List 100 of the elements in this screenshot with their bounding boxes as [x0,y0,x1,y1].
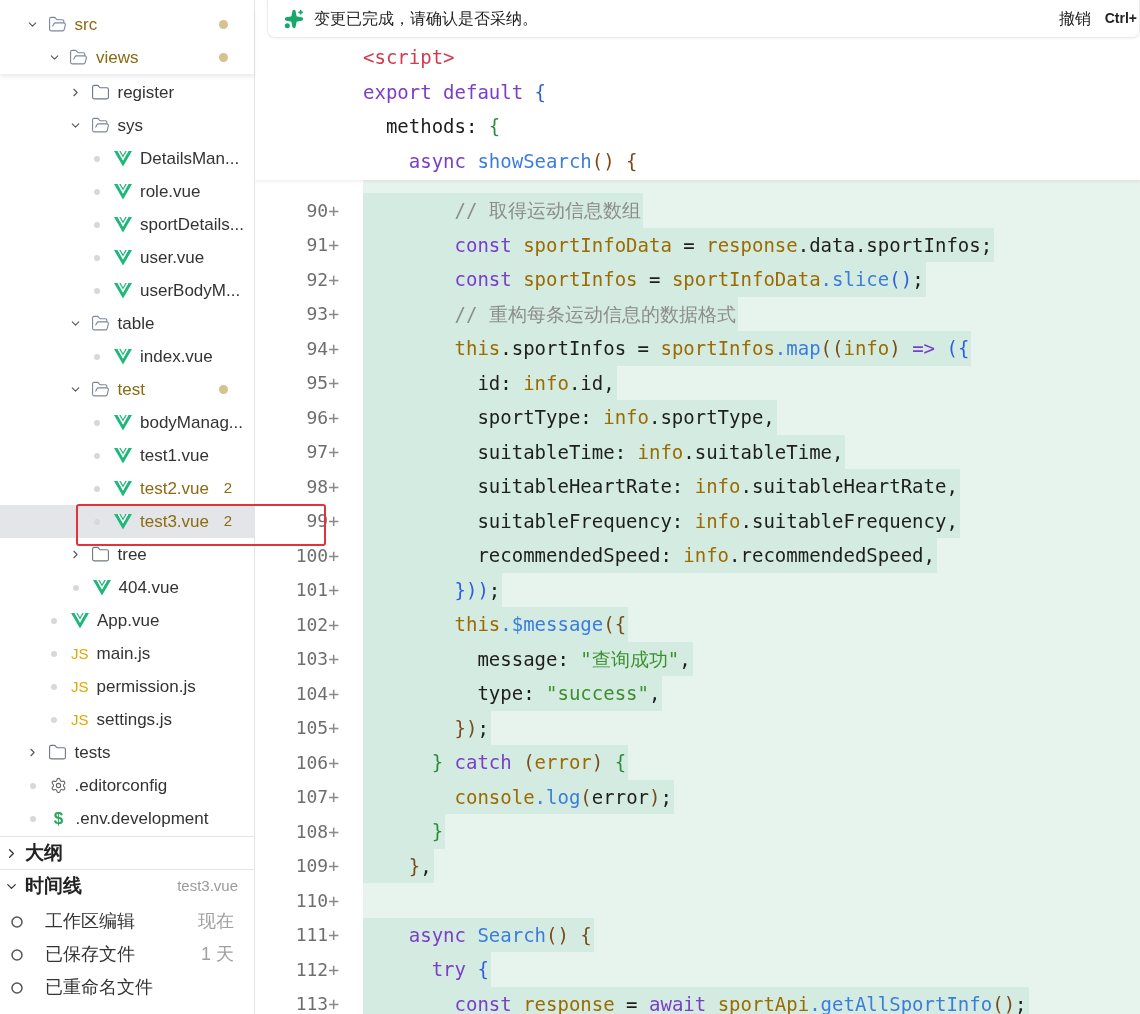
vue-icon [114,513,132,530]
vue-icon [92,579,111,596]
diff-marker: + [328,233,339,258]
diff-marker: + [328,267,339,292]
code-line: async showSearch() { [407,148,639,174]
file-name: register [117,81,175,104]
tree-item[interactable]: .editorconfig [0,769,254,802]
outline-header[interactable]: 大纲 [0,836,254,869]
folder-icon [90,545,110,564]
diff-marker: + [328,302,339,327]
diff-marker: + [328,681,339,706]
tree-item[interactable]: JS permission.js [0,670,254,703]
sparkle-icon [284,8,304,29]
tree-item[interactable]: user.vue [0,241,254,274]
line-number: 92 [306,267,329,292]
diff-marker: + [328,440,339,465]
diff-marker: + [328,405,339,430]
file-name: .editorconfig [74,774,168,797]
timeline-entry[interactable]: 工作区编辑 现在 [0,905,254,938]
tree-item[interactable]: views [0,41,254,74]
tree-item[interactable]: src [0,8,254,41]
line-number: 102 [295,612,329,637]
folder-icon [90,116,110,135]
tree-item[interactable]: role.vue [0,175,254,208]
tree-item[interactable]: 404.vue [0,571,254,604]
bullet-icon [94,452,100,459]
file-name: settings.js [96,708,173,731]
line-number: 105 [295,716,329,741]
dollar-icon: $ [49,810,68,827]
line-number: 113 [295,992,329,1014]
bullet-icon [94,287,100,294]
file-name: main.js [96,642,151,665]
tree-item[interactable]: test1.vue [0,439,254,472]
entry-time: 1 天 [201,943,234,966]
vue-icon [71,612,89,629]
tree-item[interactable]: test2.vue 2 [0,472,254,505]
tree-item[interactable]: tree [0,538,254,571]
section-title: 大纲 [25,840,63,865]
tree-item[interactable]: test [0,373,254,406]
bullet-icon [94,155,100,162]
vue-icon [114,249,132,266]
file-name: test2.vue [140,477,209,500]
file-name: views [96,46,139,69]
tree-item[interactable]: App.vue [0,604,254,637]
diff-marker: + [328,854,339,879]
diff-marker: + [328,336,339,361]
line-number: 103 [295,647,329,672]
commit-circle-icon [11,981,23,994]
diff-marker: + [328,750,339,775]
tree-item[interactable]: test3.vue 2 [0,505,254,538]
diff-marker: + [328,819,339,844]
bullet-icon [94,221,100,228]
tree-item[interactable]: bodyManag... [0,406,254,439]
code-line: <script> [362,45,456,70]
code-line: methods: { [384,114,502,139]
tree-item[interactable]: JS settings.js [0,703,254,736]
shortcut-text: Ctrl+ [1104,9,1137,28]
file-name: src [74,13,98,36]
diff-marker: + [328,785,339,810]
entry-label: 已保存文件 [45,943,135,966]
vue-icon [114,480,132,497]
js-file-icon: JS [71,646,89,661]
file-name: test3.vue [140,510,209,533]
bullet-icon [51,617,57,624]
line-number: 94 [306,336,329,361]
line-number: 97 [306,440,329,465]
undo-button[interactable]: 撤销 [1054,6,1095,31]
tree-item[interactable]: sportDetails... [0,208,254,241]
notification-text: 变更已完成，请确认是否采纳。 [314,8,538,29]
diff-marker: + [328,371,339,396]
line-number: 100 [295,543,329,568]
tree-item[interactable]: tests [0,736,254,769]
bullet-icon [94,188,100,195]
timeline-entry[interactable]: 已保存文件 1 天 [0,938,254,971]
line-number: 111 [295,923,329,948]
tree-item[interactable]: DetailsMan... [0,142,254,175]
diff-marker: + [328,716,339,741]
timeline-entry[interactable]: 已重命名文件 [0,971,254,1004]
tree-item[interactable]: index.vue [0,340,254,373]
bullet-icon [29,815,36,822]
tree-item[interactable]: register [0,76,254,109]
line-number: 107 [295,785,329,810]
folder-icon [90,314,110,333]
code-line: export default { [362,79,548,105]
diff-marker: + [328,474,339,499]
line-number: 91 [306,233,329,258]
line-number: 104 [295,681,329,706]
file-name: sportDetails... [140,213,244,236]
file-name: tree [117,543,147,566]
bullet-icon [51,683,57,690]
file-name: permission.js [96,675,196,698]
tree-item[interactable]: JS main.js [0,637,254,670]
timeline-header[interactable]: 时间线 test3.vue [0,870,254,903]
tree-item[interactable]: sys [0,109,254,142]
tree-item[interactable]: table [0,307,254,340]
diff-marker: + [328,543,339,568]
bullet-icon [72,584,79,591]
tree-item[interactable]: $ .env.development [0,802,254,835]
tree-item[interactable]: userBodyM... [0,274,254,307]
bullet-icon [94,254,100,261]
